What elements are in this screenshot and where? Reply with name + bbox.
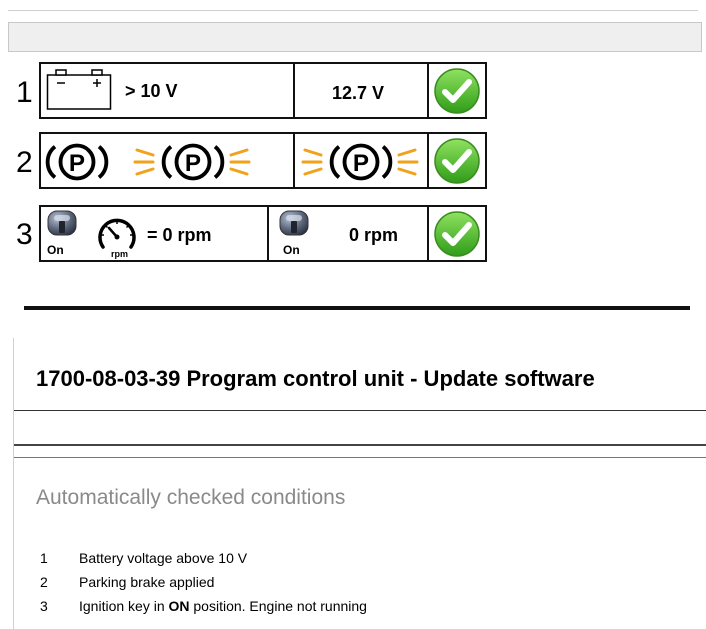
list-item-number: 1 (40, 550, 48, 566)
parking-brake-icon (327, 140, 395, 184)
check-icon (433, 210, 481, 258)
list-item-number: 2 (40, 574, 48, 590)
condition-requirement-cell: > 10 V (39, 62, 295, 119)
section-heading: Automatically checked conditions (36, 486, 346, 509)
condition-actual-cell: 12.7 V (293, 62, 429, 119)
list-item: Battery voltage above 10 V (79, 550, 248, 566)
condition-status-cell (427, 62, 487, 119)
condition-number: 2 (16, 146, 33, 179)
divider (14, 410, 706, 411)
key-on-label: On (283, 243, 300, 257)
key-on-label: On (47, 243, 64, 257)
rpm-unit-label: rpm (111, 249, 129, 259)
check-icon (433, 67, 481, 115)
document-left-border (13, 338, 14, 629)
list-item-text: Ignition key in (79, 598, 169, 614)
parking-brake-icon (159, 140, 227, 184)
warning-rays-icon (133, 142, 157, 182)
condition-number: 3 (16, 218, 33, 251)
actual-value: 12.7 V (332, 83, 385, 103)
list-item-text: position. Engine not running (189, 598, 367, 614)
list-item: Ignition key in ON position. Engine not … (79, 598, 367, 614)
page-title: 1700-08-03-39 Program control unit - Upd… (36, 366, 595, 391)
requirement-text: > 10 V (125, 81, 178, 101)
warning-rays-icon (301, 142, 325, 182)
list-item-emphasis: ON (168, 598, 190, 614)
condition-status-cell (427, 205, 487, 262)
ignition-key-icon (45, 209, 79, 239)
top-divider (8, 10, 698, 11)
condition-requirement-cell: On rpm = 0 rpm (39, 205, 269, 262)
condition-status-cell (427, 132, 487, 189)
list-item-number: 3 (40, 598, 48, 614)
warning-rays-icon (395, 142, 419, 182)
list-item: Parking brake applied (79, 574, 215, 590)
divider (14, 457, 706, 458)
condition-actual-cell (293, 132, 429, 189)
warning-rays-icon (227, 142, 251, 182)
header-band (8, 22, 702, 52)
parking-brake-icon (43, 140, 111, 184)
condition-requirement-cell (39, 132, 295, 189)
actual-value: 0 rpm (349, 225, 399, 245)
ignition-key-icon (277, 209, 311, 239)
condition-actual-cell: On 0 rpm (267, 205, 429, 262)
requirement-text: = 0 rpm (147, 225, 212, 245)
condition-number: 1 (16, 76, 33, 109)
battery-icon (46, 69, 112, 110)
divider (14, 444, 706, 446)
section-separator (24, 306, 690, 310)
check-icon (433, 137, 481, 185)
